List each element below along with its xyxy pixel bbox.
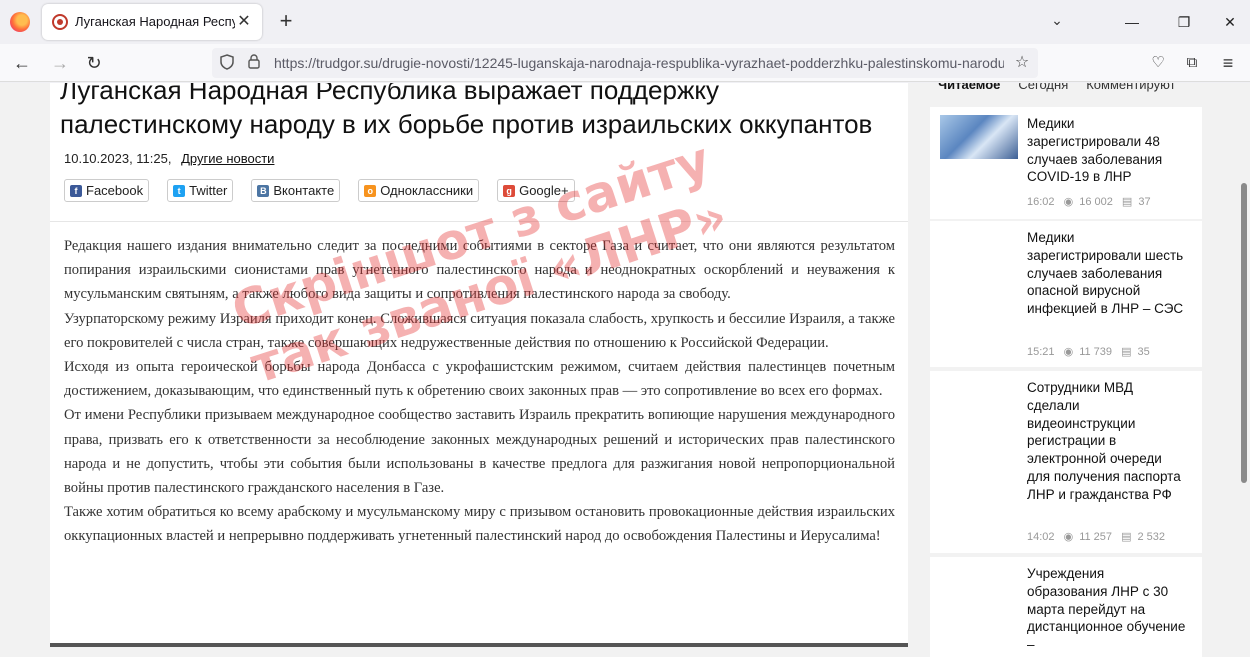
- tab-commented[interactable]: Комментируют: [1086, 83, 1175, 92]
- menu-icon[interactable]: ≡: [1216, 51, 1240, 75]
- news-stats: 14:02 ◉ 11 257 ▤ 2 532: [1027, 530, 1171, 543]
- googleplus-share-button[interactable]: g Google+: [497, 179, 575, 202]
- news-title[interactable]: Медики зарегистрировали 48 случаев забол…: [1027, 115, 1187, 186]
- facebook-share-button[interactable]: f Facebook: [64, 179, 150, 202]
- close-window-icon[interactable]: ✕: [1218, 10, 1242, 34]
- pocket-icon[interactable]: ♡: [1146, 51, 1170, 75]
- firefox-logo-icon[interactable]: [10, 12, 30, 32]
- twitter-icon: t: [173, 184, 186, 197]
- news-time: 15:21: [1027, 346, 1055, 358]
- eye-icon: ◉: [1063, 531, 1074, 543]
- news-views: 16 002: [1079, 196, 1113, 208]
- eye-icon: ◉: [1063, 346, 1074, 358]
- news-thumbnail[interactable]: [940, 115, 1018, 159]
- news-comments: 2 532: [1137, 531, 1166, 543]
- sidebar-news-item[interactable]: Медики зарегистрировали шесть случаев за…: [930, 221, 1202, 367]
- article: Луганская Народная Республика выражает п…: [50, 83, 908, 647]
- facebook-label: Facebook: [86, 183, 144, 198]
- article-date: 10.10.2023, 11:25,: [64, 151, 172, 166]
- article-paragraph: Исходя из опыта героической борьбы народ…: [64, 359, 895, 400]
- news-stats: 16:02 ◉ 16 002 ▤ 37: [1027, 195, 1157, 208]
- news-views: 11 739: [1079, 346, 1113, 358]
- odnoklassniki-icon: o: [364, 184, 377, 197]
- category-link[interactable]: Другие новости: [181, 151, 274, 166]
- minimize-icon[interactable]: —: [1120, 10, 1144, 34]
- vk-icon: B: [257, 184, 270, 197]
- article-paragraph: Также хотим обратиться ко всему арабском…: [64, 504, 895, 545]
- twitter-label: Twitter: [189, 183, 228, 198]
- comment-icon: ▤: [1121, 346, 1132, 358]
- chevron-down-icon[interactable]: ⌄: [1047, 12, 1067, 32]
- sidebar-tabs: Читаемое Сегодня Комментируют: [938, 83, 1176, 92]
- extensions-icon[interactable]: ⧉: [1180, 51, 1204, 75]
- article-meta: 10.10.2023, 11:25, Другие новости: [64, 151, 274, 166]
- reload-icon[interactable]: ↻: [82, 51, 106, 75]
- vkontakte-share-button[interactable]: B Вконтакте: [251, 179, 341, 202]
- tab-bar: Луганская Народная Республика выражает п…: [0, 0, 1250, 44]
- odnoklassniki-label: Одноклассники: [380, 183, 474, 198]
- article-bottom-bar: [50, 643, 908, 647]
- news-views: 11 257: [1079, 531, 1113, 543]
- news-time: 16:02: [1027, 196, 1055, 208]
- eye-icon: ◉: [1063, 196, 1074, 208]
- page-viewport: Луганская Народная Республика выражает п…: [0, 83, 1250, 657]
- article-paragraph: Редакция нашего издания внимательно след…: [64, 238, 895, 303]
- share-buttons: f Facebook t Twitter B Вконтакте o Однок…: [64, 179, 575, 202]
- odnoklassniki-share-button[interactable]: o Одноклассники: [358, 179, 480, 202]
- active-tab[interactable]: Луганская Народная Республика выражает п…: [42, 4, 262, 40]
- bookmark-star-icon[interactable]: ☆: [1012, 52, 1032, 72]
- news-time: 14:02: [1027, 531, 1055, 543]
- tab-popular[interactable]: Читаемое: [938, 83, 1000, 92]
- article-body: Редакция нашего издания внимательно след…: [64, 234, 895, 549]
- googleplus-icon: g: [503, 184, 516, 197]
- divider: [50, 221, 908, 222]
- tab-today[interactable]: Сегодня: [1018, 83, 1068, 92]
- restore-icon[interactable]: ❐: [1172, 10, 1196, 34]
- lock-icon[interactable]: [248, 54, 262, 72]
- close-tab-icon[interactable]: ✕: [234, 12, 254, 32]
- googleplus-label: Google+: [519, 183, 569, 198]
- new-tab-icon[interactable]: +: [274, 10, 298, 34]
- news-title[interactable]: Медики зарегистрировали шесть случаев за…: [1027, 229, 1187, 318]
- comment-icon: ▤: [1121, 531, 1132, 543]
- article-paragraph: Узурпаторскому режиму Израиля приходит к…: [64, 310, 895, 351]
- tab-title: Луганская Народная Республика выражает п…: [75, 14, 235, 29]
- news-comments: 35: [1137, 346, 1150, 358]
- sidebar-news-item[interactable]: Учреждения образования ЛНР с 30 марта пе…: [930, 557, 1202, 657]
- news-stats: 15:21 ◉ 11 739 ▤ 35: [1027, 345, 1156, 358]
- scrollbar-thumb[interactable]: [1241, 183, 1247, 483]
- back-icon[interactable]: ←: [10, 51, 34, 75]
- facebook-icon: f: [70, 184, 82, 197]
- twitter-share-button[interactable]: t Twitter: [167, 179, 234, 202]
- navigation-bar: ← → ↻ https://trudgor.su/drugie-novosti/…: [0, 44, 1250, 82]
- comment-icon: ▤: [1121, 196, 1133, 208]
- shield-icon[interactable]: [220, 54, 236, 72]
- news-title[interactable]: Сотрудники МВД сделали видеоинструкции р…: [1027, 379, 1187, 504]
- article-title: Луганская Народная Республика выражает п…: [60, 83, 873, 139]
- address-bar[interactable]: https://trudgor.su/drugie-novosti/12245-…: [212, 48, 1038, 78]
- site-favicon-icon: [52, 14, 68, 30]
- sidebar-news-item[interactable]: Сотрудники МВД сделали видеоинструкции р…: [930, 371, 1202, 553]
- news-title[interactable]: Учреждения образования ЛНР с 30 марта пе…: [1027, 565, 1187, 654]
- vkontakte-label: Вконтакте: [273, 183, 335, 198]
- news-comments: 37: [1138, 196, 1151, 208]
- sidebar-news-item[interactable]: Медики зарегистрировали 48 случаев забол…: [930, 107, 1202, 219]
- article-paragraph: От имени Республики призываем международ…: [64, 407, 895, 497]
- url-text[interactable]: https://trudgor.su/drugie-novosti/12245-…: [274, 55, 1004, 71]
- forward-icon[interactable]: →: [48, 51, 72, 75]
